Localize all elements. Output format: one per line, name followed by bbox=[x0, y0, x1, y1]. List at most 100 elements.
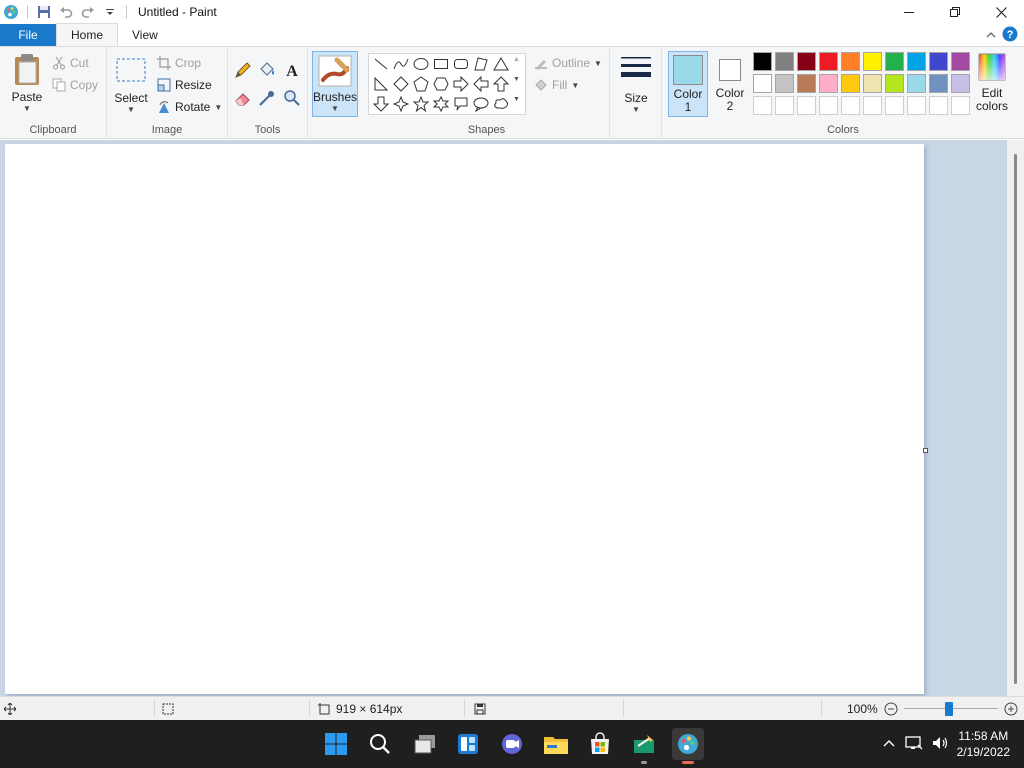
tab-view[interactable]: View bbox=[118, 24, 172, 46]
paste-button[interactable]: Paste ▼ bbox=[8, 53, 46, 113]
canvas-resize-handle[interactable] bbox=[923, 448, 928, 453]
down-arrow-shape-icon[interactable] bbox=[371, 94, 391, 114]
outline-button[interactable]: Outline ▼ bbox=[534, 53, 602, 73]
palette-swatch[interactable] bbox=[885, 52, 904, 71]
resize-button[interactable]: Resize bbox=[157, 75, 212, 95]
custom-color-slot[interactable] bbox=[929, 96, 948, 115]
cut-button[interactable]: Cut bbox=[52, 53, 89, 73]
left-arrow-shape-icon[interactable] bbox=[471, 74, 491, 94]
widgets-icon[interactable] bbox=[452, 728, 484, 760]
custom-color-slot[interactable] bbox=[907, 96, 926, 115]
palette-swatch[interactable] bbox=[841, 74, 860, 93]
zoom-in-icon[interactable] bbox=[1004, 702, 1018, 716]
paint-taskbar-icon[interactable] bbox=[672, 728, 704, 764]
palette-swatch[interactable] bbox=[929, 52, 948, 71]
pencil-icon[interactable] bbox=[234, 61, 252, 82]
shapes-expand-icon[interactable]: ▼ bbox=[513, 96, 520, 103]
color-picker-icon[interactable] bbox=[258, 89, 276, 110]
five-point-star-shape-icon[interactable] bbox=[411, 94, 431, 114]
palette-swatch[interactable] bbox=[841, 52, 860, 71]
palette-swatch[interactable] bbox=[753, 74, 772, 93]
volume-icon[interactable] bbox=[931, 735, 949, 754]
task-view-icon[interactable] bbox=[409, 728, 441, 760]
eraser-icon[interactable] bbox=[234, 89, 252, 110]
curve-shape-icon[interactable] bbox=[391, 54, 411, 74]
palette-swatch[interactable] bbox=[951, 52, 970, 71]
brushes-button[interactable]: Brushes ▼ bbox=[312, 51, 358, 117]
fill-bucket-icon[interactable] bbox=[258, 61, 276, 82]
palette-swatch[interactable] bbox=[775, 74, 794, 93]
rectangle-shape-icon[interactable] bbox=[431, 54, 451, 74]
close-button[interactable] bbox=[978, 0, 1024, 24]
crop-button[interactable]: Crop bbox=[157, 53, 201, 73]
custom-color-slot[interactable] bbox=[819, 96, 838, 115]
palette-swatch[interactable] bbox=[885, 74, 904, 93]
tab-file[interactable]: File bbox=[0, 24, 56, 46]
custom-color-slot[interactable] bbox=[951, 96, 970, 115]
palette-swatch[interactable] bbox=[797, 74, 816, 93]
triangle-shape-icon[interactable] bbox=[491, 54, 511, 74]
palette-swatch[interactable] bbox=[907, 52, 926, 71]
right-triangle-shape-icon[interactable] bbox=[371, 74, 391, 94]
color2-button[interactable]: Color 2 bbox=[712, 51, 748, 117]
polygon-shape-icon[interactable] bbox=[471, 54, 491, 74]
teams-chat-icon[interactable] bbox=[496, 728, 528, 760]
zoom-out-icon[interactable] bbox=[884, 702, 898, 716]
custom-color-slot[interactable] bbox=[797, 96, 816, 115]
vertical-scrollbar[interactable] bbox=[1007, 140, 1024, 696]
cloud-callout-shape-icon[interactable] bbox=[491, 94, 511, 114]
zoom-slider[interactable] bbox=[903, 699, 998, 719]
rotate-button[interactable]: Rotate ▼ bbox=[157, 97, 222, 117]
search-icon[interactable] bbox=[364, 728, 396, 760]
oval-shape-icon[interactable] bbox=[411, 54, 431, 74]
minimize-button[interactable] bbox=[886, 0, 932, 24]
save-icon[interactable] bbox=[33, 1, 55, 23]
palette-swatch[interactable] bbox=[775, 52, 794, 71]
custom-color-slot[interactable] bbox=[885, 96, 904, 115]
rounded-callout-shape-icon[interactable] bbox=[451, 94, 471, 114]
custom-color-slot[interactable] bbox=[841, 96, 860, 115]
hexagon-shape-icon[interactable] bbox=[431, 74, 451, 94]
palette-swatch[interactable] bbox=[951, 74, 970, 93]
collapse-ribbon-icon[interactable] bbox=[986, 28, 996, 42]
pentagon-shape-icon[interactable] bbox=[411, 74, 431, 94]
copy-button[interactable]: Copy bbox=[52, 75, 98, 95]
palette-swatch[interactable] bbox=[797, 52, 816, 71]
microsoft-store-icon[interactable] bbox=[584, 728, 616, 760]
color1-button[interactable]: Color 1 bbox=[668, 51, 708, 117]
up-arrow-shape-icon[interactable] bbox=[491, 74, 511, 94]
customize-qat-icon[interactable] bbox=[99, 1, 121, 23]
four-point-star-shape-icon[interactable] bbox=[391, 94, 411, 114]
zoom-slider-thumb[interactable] bbox=[944, 701, 953, 716]
magnifier-icon[interactable] bbox=[283, 89, 301, 110]
palette-swatch[interactable] bbox=[863, 52, 882, 71]
palette-swatch[interactable] bbox=[907, 74, 926, 93]
oval-callout-shape-icon[interactable] bbox=[471, 94, 491, 114]
text-tool-icon[interactable]: A bbox=[283, 61, 301, 82]
shapes-scroll-down-icon[interactable]: ▼ bbox=[513, 76, 520, 83]
restore-button[interactable] bbox=[932, 0, 978, 24]
network-icon[interactable] bbox=[904, 735, 923, 754]
line-shape-icon[interactable] bbox=[371, 54, 391, 74]
select-button[interactable]: Select ▼ bbox=[113, 57, 149, 114]
start-icon[interactable] bbox=[320, 728, 352, 760]
fill-button[interactable]: Fill ▼ bbox=[534, 75, 579, 95]
help-icon[interactable]: ? bbox=[1002, 26, 1018, 45]
palette-swatch[interactable] bbox=[819, 52, 838, 71]
size-button[interactable]: Size ▼ bbox=[618, 55, 654, 114]
drawing-canvas[interactable] bbox=[5, 144, 924, 694]
whiteboard-app-icon[interactable] bbox=[628, 728, 660, 764]
palette-swatch[interactable] bbox=[753, 52, 772, 71]
palette-swatch[interactable] bbox=[929, 74, 948, 93]
tab-home[interactable]: Home bbox=[56, 23, 119, 46]
edit-colors-button[interactable]: Edit colors bbox=[972, 53, 1012, 113]
file-explorer-icon[interactable] bbox=[540, 728, 572, 760]
palette-swatch[interactable] bbox=[863, 74, 882, 93]
clock[interactable]: 11:58 AM 2/19/2022 bbox=[957, 728, 1010, 760]
paint-app-icon[interactable] bbox=[0, 1, 22, 23]
custom-color-slot[interactable] bbox=[753, 96, 772, 115]
undo-icon[interactable] bbox=[55, 1, 77, 23]
custom-color-slot[interactable] bbox=[863, 96, 882, 115]
diamond-shape-icon[interactable] bbox=[391, 74, 411, 94]
chevron-up-icon[interactable] bbox=[883, 737, 895, 751]
